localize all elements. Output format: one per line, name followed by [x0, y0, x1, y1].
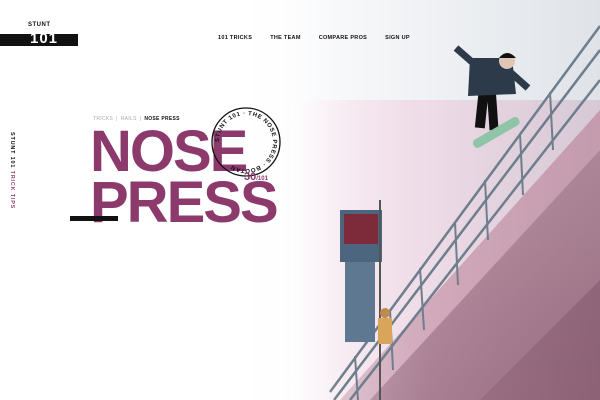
- side-vertical-label: STUNT 101 TRICK TIPS: [9, 132, 15, 209]
- brand-number: 101: [30, 30, 59, 47]
- nav-item-101-tricks[interactable]: 101 TRICKS: [218, 35, 252, 47]
- brand-small-label: STUNT: [28, 22, 51, 28]
- side-tag-text: TRICK TIPS: [9, 170, 15, 210]
- trick-count: 30/101: [244, 171, 268, 183]
- main-nav: 101 TRICKS THE TEAM COMPARE PROS SIGN UP: [218, 35, 428, 47]
- page: STUNT 101 101 TRICKS THE TEAM COMPARE PR…: [0, 0, 600, 400]
- round-stamp: STUNT 101 · THE NOSE PRESS · BOOTAN: [210, 106, 282, 178]
- svg-text:STUNT 101 · THE NOSE PRESS · B: STUNT 101 · THE NOSE PRESS · BOOTAN: [215, 111, 277, 173]
- nav-item-the-team[interactable]: THE TEAM: [270, 35, 301, 47]
- stamp-ring-icon: STUNT 101 · THE NOSE PRESS · BOOTAN: [211, 107, 281, 177]
- title-accent-bar: [70, 216, 118, 221]
- trick-count-value: 30: [244, 171, 257, 183]
- nav-item-compare-pros[interactable]: COMPARE PROS: [319, 35, 367, 47]
- stamp-ring-text: STUNT 101 · THE NOSE PRESS · BOOTAN: [215, 111, 276, 173]
- title-line-2: PRESS: [90, 170, 279, 235]
- brand-logo[interactable]: STUNT 101: [0, 22, 80, 50]
- side-brand-text: STUNT 101: [9, 132, 15, 169]
- nav-item-sign-up[interactable]: SIGN UP: [385, 35, 410, 47]
- trick-count-suffix: /101: [256, 176, 268, 182]
